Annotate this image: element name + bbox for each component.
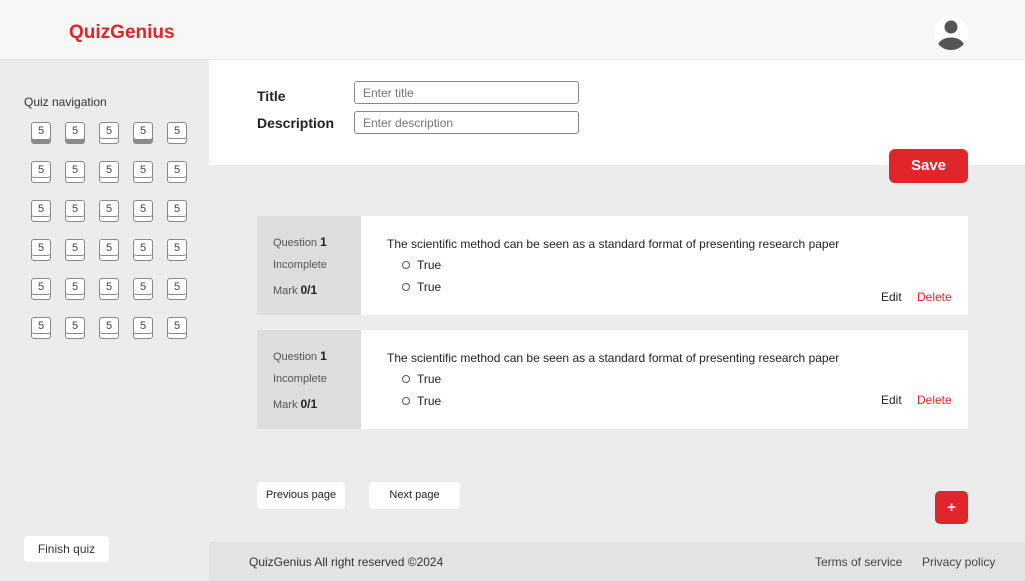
quiz-nav-item[interactable]: 5 — [65, 200, 85, 222]
quiz-nav-item[interactable]: 5 — [31, 161, 51, 183]
quiz-nav-item[interactable]: 5 — [31, 239, 51, 261]
quiz-nav-item[interactable]: 5 — [133, 161, 153, 183]
question-text: The scientific method can be seen as a s… — [387, 351, 840, 365]
quiz-nav-item[interactable]: 5 — [133, 278, 153, 300]
question-mark: Mark 0/1 — [273, 397, 318, 411]
brand-logo[interactable]: QuizGenius — [69, 22, 175, 44]
previous-page-button[interactable]: Previous page — [257, 482, 345, 509]
answer-option[interactable]: True — [402, 280, 441, 294]
radio-icon[interactable] — [402, 261, 410, 269]
quiz-nav-item[interactable]: 5 — [99, 239, 119, 261]
quiz-navigation-grid: 555555555555555555555555555555 — [31, 122, 191, 342]
terms-of-service-link[interactable]: Terms of service — [815, 555, 902, 569]
quiz-nav-item[interactable]: 5 — [99, 278, 119, 300]
next-page-button[interactable]: Next page — [369, 482, 460, 509]
quiz-navigation-sidebar: Quiz navigation 555555555555555555555555… — [0, 60, 209, 581]
user-silhouette-icon — [938, 20, 964, 50]
description-label: Description — [257, 115, 335, 131]
title-input[interactable] — [354, 81, 579, 104]
answer-option[interactable]: True — [402, 258, 441, 272]
questions-area: Save Question 1 Incomplete Mark 0/1 The … — [209, 149, 1025, 542]
question-meta: Question 1 Incomplete Mark 0/1 — [257, 330, 361, 429]
quiz-nav-item[interactable]: 5 — [167, 161, 187, 183]
edit-question-link[interactable]: Edit — [881, 393, 902, 407]
quiz-nav-item[interactable]: 5 — [99, 161, 119, 183]
quiz-nav-item[interactable]: 5 — [31, 317, 51, 339]
quiz-nav-item[interactable]: 5 — [31, 278, 51, 300]
question-card: Question 1 Incomplete Mark 0/1 The scien… — [257, 330, 968, 429]
quiz-nav-item[interactable]: 5 — [65, 278, 85, 300]
question-status: Incomplete — [273, 259, 327, 271]
quiz-nav-item[interactable]: 5 — [167, 122, 187, 144]
page-footer: QuizGenius All right reserved ©2024 Term… — [209, 542, 1025, 581]
quiz-nav-item[interactable]: 5 — [99, 122, 119, 144]
radio-icon[interactable] — [402, 397, 410, 405]
question-mark: Mark 0/1 — [273, 283, 318, 297]
quiz-nav-item[interactable]: 5 — [133, 317, 153, 339]
quiz-nav-item[interactable]: 5 — [167, 239, 187, 261]
finish-quiz-button[interactable]: Finish quiz — [24, 536, 109, 562]
description-input[interactable] — [354, 111, 579, 134]
delete-question-link[interactable]: Delete — [917, 393, 952, 407]
answer-option[interactable]: True — [402, 372, 441, 386]
answer-option[interactable]: True — [402, 394, 441, 408]
quiz-nav-item[interactable]: 5 — [65, 161, 85, 183]
save-button[interactable]: Save — [889, 149, 968, 183]
copyright-text: QuizGenius All right reserved ©2024 — [249, 555, 444, 569]
quiz-nav-item[interactable]: 5 — [167, 200, 187, 222]
quiz-nav-item[interactable]: 5 — [65, 317, 85, 339]
question-number: Question 1 — [273, 235, 327, 249]
question-meta: Question 1 Incomplete Mark 0/1 — [257, 216, 361, 315]
user-avatar-icon[interactable] — [934, 16, 968, 50]
quiz-nav-item[interactable]: 5 — [65, 239, 85, 261]
quiz-nav-item[interactable]: 5 — [133, 122, 153, 144]
quiz-nav-item[interactable]: 5 — [167, 317, 187, 339]
question-text: The scientific method can be seen as a s… — [387, 237, 840, 251]
edit-question-link[interactable]: Edit — [881, 290, 902, 304]
radio-icon[interactable] — [402, 375, 410, 383]
quiz-nav-item[interactable]: 5 — [99, 317, 119, 339]
question-status: Incomplete — [273, 373, 327, 385]
title-label: Title — [257, 88, 286, 104]
radio-icon[interactable] — [402, 283, 410, 291]
question-card: Question 1 Incomplete Mark 0/1 The scien… — [257, 216, 968, 315]
quiz-nav-item[interactable]: 5 — [31, 200, 51, 222]
quiz-navigation-title: Quiz navigation — [24, 95, 107, 109]
quiz-nav-item[interactable]: 5 — [65, 122, 85, 144]
quiz-nav-item[interactable]: 5 — [31, 122, 51, 144]
quiz-nav-item[interactable]: 5 — [99, 200, 119, 222]
top-header: QuizGenius — [0, 0, 1025, 60]
privacy-policy-link[interactable]: Privacy policy — [922, 555, 995, 569]
add-question-button[interactable]: + — [935, 491, 968, 524]
quiz-nav-item[interactable]: 5 — [133, 239, 153, 261]
question-number: Question 1 — [273, 349, 327, 363]
delete-question-link[interactable]: Delete — [917, 290, 952, 304]
quiz-nav-item[interactable]: 5 — [133, 200, 153, 222]
quiz-nav-item[interactable]: 5 — [167, 278, 187, 300]
